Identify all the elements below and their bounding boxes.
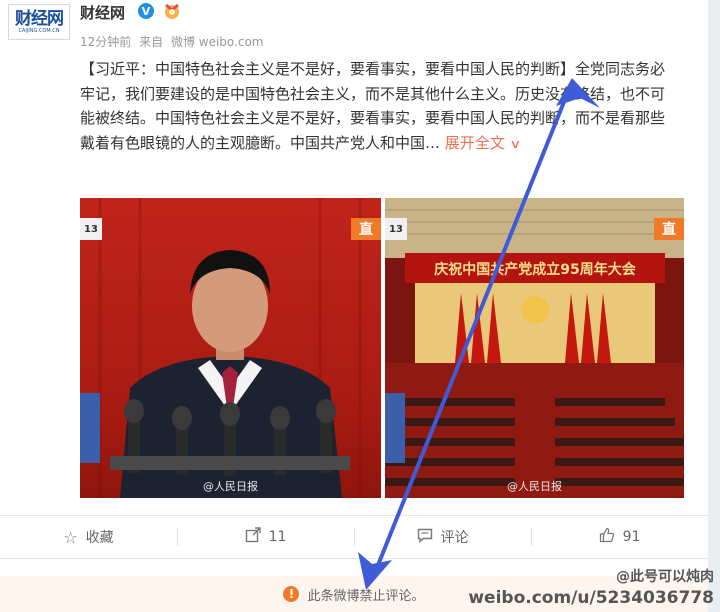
source-prefix: 来自	[139, 35, 164, 49]
live-badge: 直	[351, 218, 381, 240]
account-name[interactable]: 财经网	[80, 2, 125, 23]
like-button[interactable]: 91	[531, 516, 708, 558]
comment-button[interactable]: 评论	[354, 516, 531, 558]
watermark-url: weibo.com/u/5234036778	[468, 588, 714, 608]
comment-icon	[417, 527, 433, 547]
avatar[interactable]: 财经网 CAIJING.COM.CN	[8, 4, 70, 40]
post-source[interactable]: 微博 weibo.com	[171, 35, 264, 49]
post-image-hall[interactable]: 庆祝中国共产党成立95周年大会 13 直 @人民日报	[385, 198, 684, 498]
channel-badge: 13	[385, 218, 407, 240]
comment-label: 评论	[440, 530, 469, 546]
share-icon	[245, 527, 261, 547]
live-badge: 直	[654, 218, 684, 240]
thumbs-up-icon	[599, 527, 615, 547]
favorite-label: 收藏	[85, 530, 114, 546]
post-body: 【习近平：中国特色社会主义是不是好，要看事实，要看中国人民的判断】全党同志务必牢…	[80, 60, 666, 152]
post-text: 【习近平：中国特色社会主义是不是好，要看事实，要看中国人民的判断】全党同志务必牢…	[80, 57, 678, 156]
favorite-button[interactable]: ☆ 收藏	[0, 516, 177, 558]
star-icon: ☆	[63, 527, 78, 547]
verified-icon: V	[138, 3, 154, 19]
hall-banner-text: 庆祝中国共产党成立95周年大会	[434, 262, 636, 278]
scrollbar-track[interactable]	[708, 0, 720, 612]
image-watermark: @人民日报	[203, 480, 258, 493]
image-watermark: @人民日报	[507, 480, 562, 493]
post-image-speaker[interactable]: 13 直 @人民日报	[80, 198, 381, 498]
repost-count: 11	[268, 529, 287, 545]
corner-watermark: @此号可以炖肉 weibo.com/u/5234036778	[468, 566, 714, 608]
chevron-down-icon[interactable]: ∨	[509, 132, 521, 157]
channel-badge: 13	[80, 218, 102, 240]
medal-icon	[162, 2, 182, 20]
like-count: 91	[622, 529, 641, 545]
warning-icon: !	[283, 586, 300, 602]
weibo-post: 财经网 CAIJING.COM.CN 财经网 V 12分钟前 来自 微博 wei…	[0, 0, 708, 612]
action-bar: ☆ 收藏 11 评论 91	[0, 515, 708, 559]
expand-full-text-link[interactable]: 展开全文	[445, 134, 505, 152]
watermark-handle: @此号可以炖肉	[616, 569, 714, 585]
post-meta: 12分钟前 来自 微博 weibo.com	[80, 33, 268, 50]
repost-button[interactable]: 11	[177, 516, 354, 558]
comments-disabled-text: 此条微博禁止评论。	[307, 588, 425, 604]
avatar-logo: 财经网	[15, 8, 64, 29]
post-time[interactable]: 12分钟前	[80, 35, 131, 49]
avatar-logo-subtitle: CAIJING.COM.CN	[18, 27, 60, 34]
